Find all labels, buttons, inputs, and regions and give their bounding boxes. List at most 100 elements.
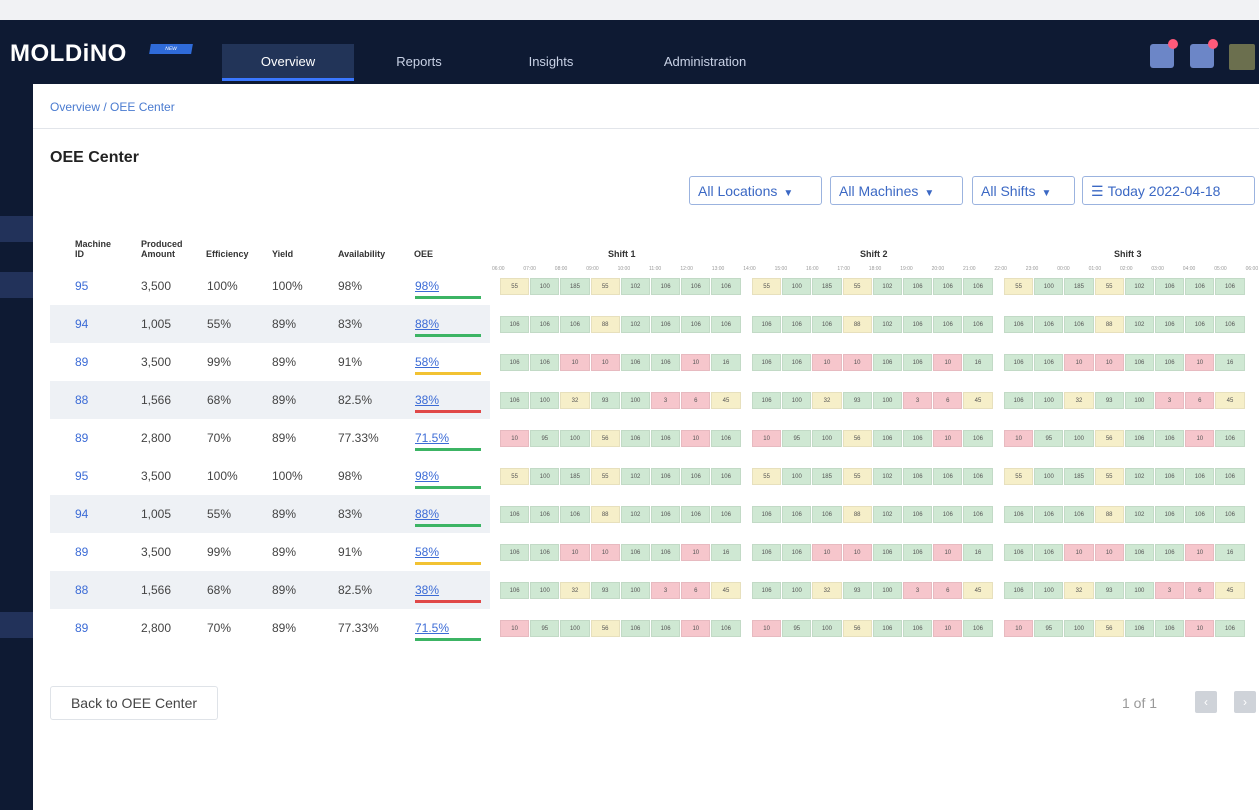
user-alert-icon[interactable] — [1190, 39, 1218, 68]
heatmap-cell[interactable]: 106 — [620, 544, 650, 561]
heatmap-cell[interactable]: 3 — [651, 392, 681, 409]
heatmap-cell[interactable]: 55 — [1094, 468, 1124, 485]
oee-value-link[interactable]: 38% — [415, 583, 439, 597]
heatmap-cell[interactable]: 10 — [752, 430, 782, 447]
heatmap-cell[interactable]: 106 — [681, 278, 711, 295]
heatmap-cell[interactable]: 6 — [1185, 582, 1215, 599]
heatmap-cell[interactable]: 106 — [500, 354, 530, 371]
oee-value-link[interactable]: 71.5% — [415, 621, 449, 635]
oee-value-link[interactable]: 98% — [415, 279, 439, 293]
heatmap-cell[interactable]: 102 — [872, 316, 902, 333]
heatmap-cell[interactable]: 106 — [903, 316, 933, 333]
heatmap-cell[interactable]: 100 — [1034, 582, 1064, 599]
heatmap-cell[interactable]: 55 — [1004, 468, 1034, 485]
heatmap-cell[interactable]: 55 — [590, 278, 620, 295]
heatmap-cell[interactable]: 88 — [590, 316, 620, 333]
heatmap-cell[interactable]: 106 — [752, 316, 782, 333]
heatmap-cell[interactable]: 55 — [500, 278, 530, 295]
heatmap-cell[interactable]: 185 — [1064, 278, 1094, 295]
heatmap-cell[interactable]: 106 — [1155, 430, 1185, 447]
heatmap-cell[interactable]: 55 — [842, 468, 872, 485]
shifts-dropdown[interactable]: All Shifts ▼ — [972, 176, 1075, 205]
heatmap-cell[interactable]: 106 — [530, 354, 560, 371]
oee-value-link[interactable]: 58% — [415, 355, 439, 369]
heatmap-cell[interactable]: 100 — [812, 430, 842, 447]
heatmap-cell[interactable]: 10 — [1064, 544, 1094, 561]
heatmap-cell[interactable]: 6 — [933, 582, 963, 599]
machine-id-link[interactable]: 94 — [75, 507, 88, 521]
heatmap-cell[interactable]: 100 — [1034, 392, 1064, 409]
sidebar-item[interactable] — [0, 612, 33, 638]
heatmap-cell[interactable]: 106 — [872, 430, 902, 447]
heatmap-cell[interactable]: 16 — [711, 544, 741, 561]
heatmap-cell[interactable]: 100 — [620, 582, 650, 599]
heatmap-cell[interactable]: 102 — [620, 316, 650, 333]
heatmap-cell[interactable]: 106 — [1185, 278, 1215, 295]
heatmap-cell[interactable]: 6 — [681, 582, 711, 599]
heatmap-cell[interactable]: 56 — [1094, 430, 1124, 447]
heatmap-cell[interactable]: 106 — [1004, 582, 1034, 599]
heatmap-cell[interactable]: 10 — [1004, 430, 1034, 447]
heatmap-cell[interactable]: 106 — [752, 392, 782, 409]
heatmap-cell[interactable]: 100 — [1064, 430, 1094, 447]
heatmap-cell[interactable]: 95 — [530, 620, 560, 637]
heatmap-cell[interactable]: 106 — [1004, 354, 1034, 371]
heatmap-cell[interactable]: 93 — [1094, 582, 1124, 599]
heatmap-cell[interactable]: 45 — [963, 582, 993, 599]
heatmap-cell[interactable]: 16 — [1215, 544, 1245, 561]
heatmap-cell[interactable]: 106 — [711, 620, 741, 637]
heatmap-cell[interactable]: 10 — [933, 354, 963, 371]
heatmap-cell[interactable]: 106 — [1155, 354, 1185, 371]
heatmap-cell[interactable]: 106 — [651, 430, 681, 447]
heatmap-cell[interactable]: 88 — [1094, 506, 1124, 523]
heatmap-cell[interactable]: 100 — [530, 392, 560, 409]
heatmap-cell[interactable]: 106 — [1064, 316, 1094, 333]
heatmap-cell[interactable]: 100 — [1124, 392, 1154, 409]
heatmap-cell[interactable]: 106 — [752, 354, 782, 371]
heatmap-cell[interactable]: 102 — [872, 468, 902, 485]
heatmap-cell[interactable]: 106 — [651, 278, 681, 295]
heatmap-cell[interactable]: 6 — [933, 392, 963, 409]
heatmap-cell[interactable]: 106 — [933, 278, 963, 295]
heatmap-cell[interactable]: 106 — [933, 506, 963, 523]
heatmap-cell[interactable]: 106 — [530, 544, 560, 561]
heatmap-cell[interactable]: 10 — [681, 544, 711, 561]
heatmap-cell[interactable]: 106 — [903, 278, 933, 295]
heatmap-cell[interactable]: 6 — [681, 392, 711, 409]
heatmap-cell[interactable]: 106 — [1155, 316, 1185, 333]
heatmap-cell[interactable]: 106 — [1034, 544, 1064, 561]
heatmap-cell[interactable]: 185 — [812, 278, 842, 295]
heatmap-cell[interactable]: 10 — [590, 354, 620, 371]
heatmap-cell[interactable]: 106 — [903, 430, 933, 447]
heatmap-cell[interactable]: 10 — [933, 430, 963, 447]
machine-id-link[interactable]: 88 — [75, 583, 88, 597]
heatmap-cell[interactable]: 106 — [1004, 544, 1034, 561]
heatmap-cell[interactable]: 93 — [842, 392, 872, 409]
heatmap-cell[interactable]: 106 — [1034, 354, 1064, 371]
heatmap-cell[interactable]: 32 — [812, 582, 842, 599]
heatmap-cell[interactable]: 106 — [963, 430, 993, 447]
heatmap-cell[interactable]: 10 — [681, 354, 711, 371]
heatmap-cell[interactable]: 100 — [812, 620, 842, 637]
heatmap-cell[interactable]: 102 — [620, 468, 650, 485]
machine-id-link[interactable]: 88 — [75, 393, 88, 407]
heatmap-cell[interactable]: 106 — [963, 468, 993, 485]
heatmap-cell[interactable]: 106 — [903, 506, 933, 523]
heatmap-cell[interactable]: 106 — [681, 316, 711, 333]
heatmap-cell[interactable]: 106 — [1215, 620, 1245, 637]
heatmap-cell[interactable]: 102 — [1124, 278, 1154, 295]
heatmap-cell[interactable]: 106 — [620, 620, 650, 637]
heatmap-cell[interactable]: 106 — [812, 506, 842, 523]
heatmap-cell[interactable]: 88 — [842, 316, 872, 333]
heatmap-cell[interactable]: 100 — [1034, 468, 1064, 485]
heatmap-cell[interactable]: 16 — [711, 354, 741, 371]
heatmap-cell[interactable]: 106 — [681, 506, 711, 523]
chevron-right-icon[interactable]: › — [1234, 691, 1256, 713]
heatmap-cell[interactable]: 10 — [1185, 354, 1215, 371]
heatmap-cell[interactable]: 16 — [963, 544, 993, 561]
machine-id-link[interactable]: 89 — [75, 355, 88, 369]
heatmap-cell[interactable]: 100 — [530, 582, 560, 599]
heatmap-cell[interactable]: 106 — [1004, 392, 1034, 409]
heatmap-cell[interactable]: 55 — [1094, 278, 1124, 295]
heatmap-cell[interactable]: 106 — [500, 316, 530, 333]
